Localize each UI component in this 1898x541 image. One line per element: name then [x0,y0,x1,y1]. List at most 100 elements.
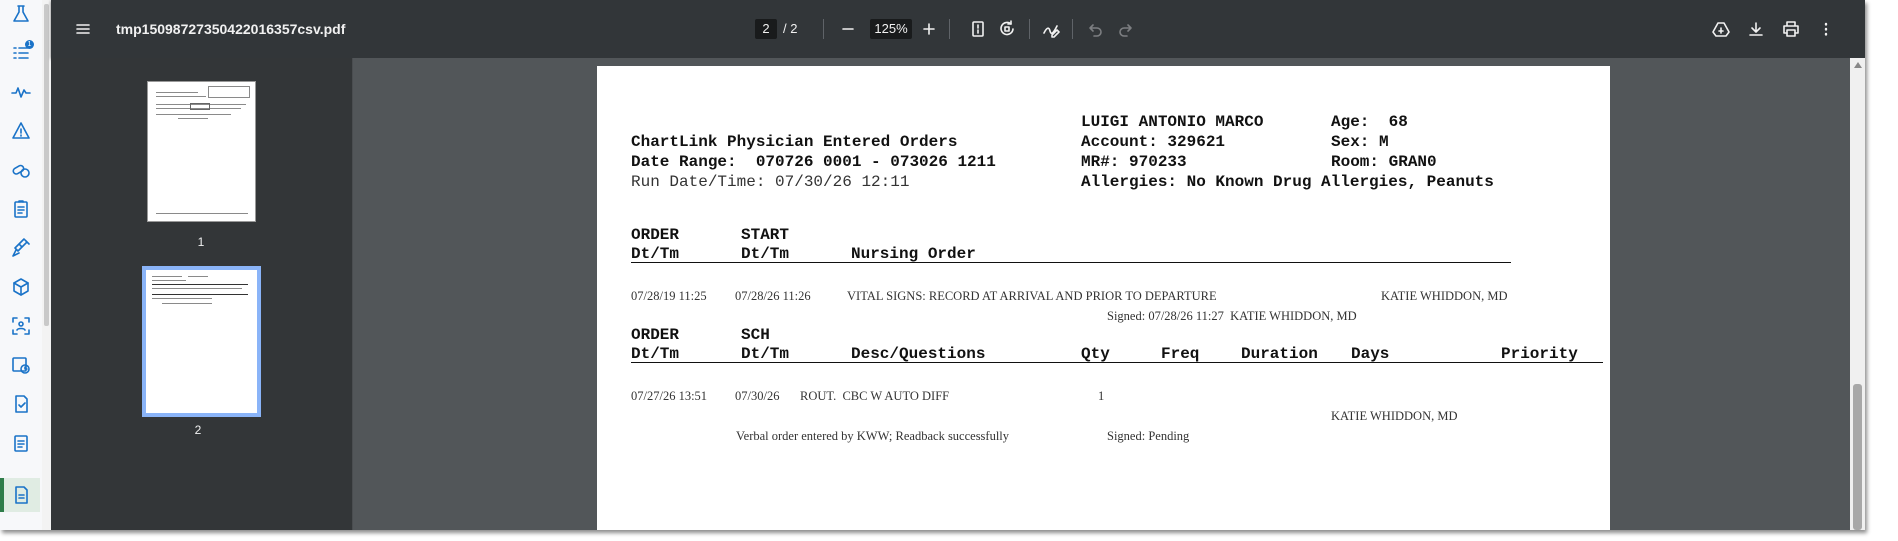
thumbnail-page-1[interactable] [147,81,256,222]
col-header-freq: Freq [1161,345,1200,363]
col-header-order-dt: Dt/Tm [631,245,680,263]
report-title: ChartLink Physician Entered Orders [631,133,958,151]
toolbar-divider [823,19,824,39]
print-icon[interactable] [1779,17,1803,41]
signed-status: Signed: Pending [1107,429,1190,443]
clipboard-icon[interactable] [2,192,40,226]
menu-icon[interactable] [71,17,95,41]
account-number: Account: 329621 [1081,133,1226,151]
scroll-up-arrow-icon[interactable] [1854,62,1862,68]
col-header-start-dt: Dt/Tm [741,245,790,263]
toolbar-divider [1072,19,1073,39]
col-header-sch: SCH [741,326,770,344]
more-options-icon[interactable] [1814,17,1838,41]
download-icon[interactable] [1744,17,1768,41]
zoom-in-icon[interactable] [917,17,941,41]
patient-age: Age: 68 [1331,113,1408,131]
order-dt: 07/27/26 13:51 [631,389,708,403]
flask-icon[interactable] [2,0,40,31]
app-window: 1 tmp15098727350422016357csv.pdf 2 / 2 1… [0,0,1865,530]
thumbnail-label: 2 [194,423,202,437]
thumbnail-label: 1 [197,235,205,249]
schedule-icon[interactable] [2,348,40,382]
toolbar-divider [1029,19,1030,39]
col-header-duration: Duration [1241,345,1318,363]
verbal-order-note: Verbal order entered by KWW; Readback su… [736,429,1010,443]
thumb-line [156,92,198,93]
rail-scrollbar-thumb[interactable] [44,4,49,326]
col-header-order: ORDER [631,326,680,344]
sch-dt: 07/30/26 [735,389,780,403]
box-icon[interactable] [2,270,40,304]
thumb-line [152,288,242,289]
document-check-icon[interactable] [2,387,40,421]
rotate-icon[interactable] [995,17,1019,41]
page-total: / 2 [783,21,798,36]
pills-icon[interactable] [2,153,40,187]
task-list-icon[interactable]: 1 [2,36,40,70]
scan-icon[interactable] [2,309,40,343]
pdf-viewer: tmp15098727350422016357csv.pdf 2 / 2 125… [51,0,1865,530]
annotate-icon[interactable] [1039,17,1063,41]
start-dt: 07/28/26 11:26 [735,289,811,303]
thumbnail-pane: 1 2 [51,58,353,530]
thumb-line [152,280,186,281]
injection-icon[interactable] [2,231,40,265]
ordering-provider: KATIE WHIDDON, MD [1381,289,1508,303]
header-rule [631,362,1603,363]
notes-icon[interactable] [2,426,40,460]
redo-icon[interactable] [1114,17,1138,41]
rail-scrollbar[interactable] [42,0,51,530]
ordering-provider: KATIE WHIDDON, MD [1331,409,1458,423]
page-number-input[interactable]: 2 [755,19,777,39]
zoom-input[interactable]: 125% [870,19,912,39]
patient-sex: Sex: M [1331,133,1389,151]
notification-badge: 1 [25,40,34,49]
zoom-out-icon[interactable] [836,17,860,41]
nav-rail: 1 [0,0,43,530]
header-rule [631,262,1511,263]
thumb-line [156,213,248,214]
run-date: Run Date/Time: 07/30/26 12:11 [631,173,910,191]
col-header-priority: Priority [1501,345,1578,363]
thumb-box [208,86,250,98]
thumb-rule [152,284,248,285]
col-header-desc: Desc/Questions [851,345,986,363]
patient-name: LUIGI ANTONIO MARCO [1081,113,1264,131]
date-range: Date Range: 070726 0001 - 073026 1211 [631,153,996,171]
vitals-icon[interactable] [2,75,40,109]
col-header-sch-dt: Dt/Tm [741,345,790,363]
document-scrollbar[interactable] [1850,58,1865,530]
thumb-line [156,96,206,97]
document-scrollbar-thumb[interactable] [1853,384,1862,530]
col-header-order-dt: Dt/Tm [631,345,680,363]
order-dt: 07/28/19 11:25 [631,289,707,303]
fit-page-icon[interactable] [966,17,990,41]
signed-line: Signed: 07/28/26 11:27 KATIE WHIDDON, MD [1107,309,1357,323]
undo-icon[interactable] [1083,17,1107,41]
thumb-box [190,103,210,110]
warning-icon[interactable] [2,114,40,148]
col-header-qty: Qty [1081,345,1110,363]
col-header-start: START [741,226,790,244]
toolbar-divider [949,19,950,39]
document-area: ChartLink Physician Entered Orders Date … [353,58,1850,530]
pdf-toolbar: tmp15098727350422016357csv.pdf 2 / 2 125… [51,0,1865,58]
thumb-line [156,114,231,115]
file-name: tmp15098727350422016357csv.pdf [116,21,346,37]
save-to-drive-icon[interactable] [1709,17,1733,41]
allergies: Allergies: No Known Drug Allergies, Pean… [1081,173,1494,191]
order-qty: 1 [1098,389,1105,403]
patient-room: Room: GRAN0 [1331,153,1437,171]
pdf-page: ChartLink Physician Entered Orders Date … [597,66,1610,530]
col-header-order: ORDER [631,226,680,244]
thumb-line [152,298,212,299]
thumb-line [162,303,212,304]
col-header-nursing-order: Nursing Order [851,245,976,263]
thumbnail-page-2[interactable] [142,266,261,417]
nursing-order-text: VITAL SIGNS: RECORD AT ARRIVAL AND PRIOR… [847,289,1217,303]
thumb-line [152,276,182,277]
thumb-rule [152,294,248,295]
order-description: ROUT. CBC W AUTO DIFF [800,389,950,403]
pdf-document-icon[interactable] [0,478,40,512]
